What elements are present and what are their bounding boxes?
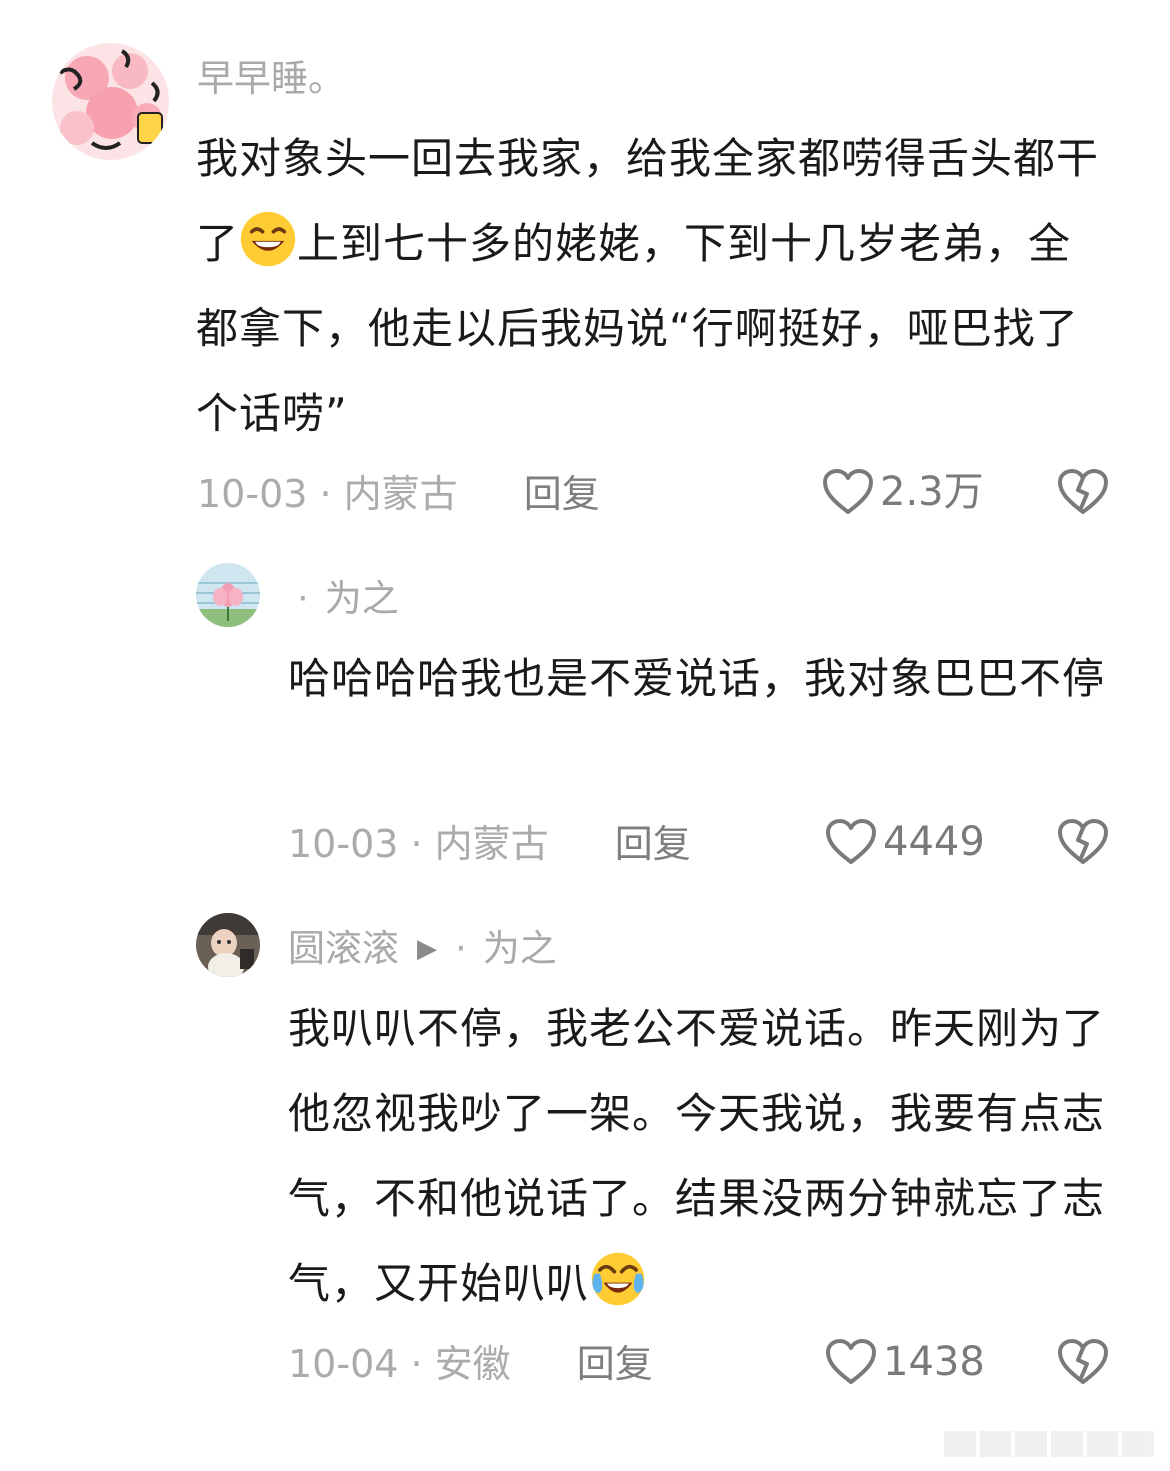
avatar[interactable] (52, 43, 169, 160)
heart-icon (826, 1339, 876, 1384)
like-button[interactable]: 1438 (825, 1338, 985, 1386)
broken-heart-icon (1058, 469, 1108, 514)
username[interactable]: 圆滚滚 (288, 927, 399, 970)
dislike-button[interactable] (1057, 1338, 1109, 1390)
reply-to-name[interactable]: 为之 (325, 577, 399, 620)
comment-text: 我对象头一回去我家，给我全家都唠得舌头都干了 上到七十多的姥姥，下到十几岁老弟，… (196, 116, 1108, 456)
like-button[interactable]: 2.3万 (822, 468, 984, 516)
comment-text-part: 上到七十多的姥姥，下到十几岁老弟，全都拿下，他走以后我妈说“行啊挺好，哑巴找了个… (196, 219, 1079, 438)
reply-button[interactable]: 回复 (524, 472, 600, 516)
comment-meta: 10-03 · 内蒙古 回复 (288, 825, 691, 863)
reply-header: 圆滚滚 ▶ · 为之 (288, 930, 557, 967)
watermark (944, 1431, 1155, 1457)
comment-meta: 10-04 · 安徽 回复 (288, 1345, 653, 1383)
reply-to-name[interactable]: 为之 (483, 927, 557, 970)
reply-button[interactable]: 回复 (615, 822, 691, 866)
avatar[interactable] (196, 913, 260, 977)
separator-dot: · (297, 577, 309, 620)
play-arrow-icon: ▶ (417, 934, 437, 964)
reply-button[interactable]: 回复 (577, 1342, 653, 1386)
like-count: 2.3万 (880, 469, 984, 515)
dislike-button[interactable] (1057, 468, 1109, 520)
date-location: 10-04 · 安徽 (288, 1342, 511, 1386)
username-text: 早早睡。 (197, 57, 345, 100)
comment-text: 我叭叭不停，我老公不爱说话。昨天刚为了他忽视我吵了一架。今天我说，我要有点志气，… (288, 986, 1108, 1326)
heart-icon (823, 469, 873, 514)
comment-text: 哈哈哈哈我也是不爱说话，我对象巴巴不停 (288, 636, 1108, 721)
comment-text-part: 哈哈哈哈我也是不爱说话，我对象巴巴不停 (288, 654, 1106, 703)
separator-dot: · (455, 927, 467, 970)
comment-thread: 早早睡。 我对象头一回去我家，给我全家都唠得舌头都干了 上到七十多的姥姥，下到十… (0, 0, 1170, 1471)
dislike-button[interactable] (1057, 818, 1109, 870)
username[interactable]: 早早睡。 (197, 60, 345, 97)
tears-of-joy-emoji (591, 1252, 645, 1306)
reply-header: · 为之 (297, 580, 399, 617)
avatar[interactable] (196, 563, 260, 627)
comment-meta: 10-03 · 内蒙古 回复 (197, 475, 600, 513)
like-count: 4449 (883, 819, 985, 865)
broken-heart-icon (1058, 819, 1108, 864)
heart-icon (826, 819, 876, 864)
date-location: 10-03 · 内蒙古 (288, 822, 549, 866)
date-location: 10-03 · 内蒙古 (197, 472, 458, 516)
broken-heart-icon (1058, 1339, 1108, 1384)
grinning-face-emoji (240, 211, 296, 267)
like-button[interactable]: 4449 (825, 818, 985, 866)
comment-text-part: 我叭叭不停，我老公不爱说话。昨天刚为了他忽视我吵了一架。今天我说，我要有点志气，… (288, 1004, 1106, 1308)
like-count: 1438 (883, 1339, 985, 1385)
